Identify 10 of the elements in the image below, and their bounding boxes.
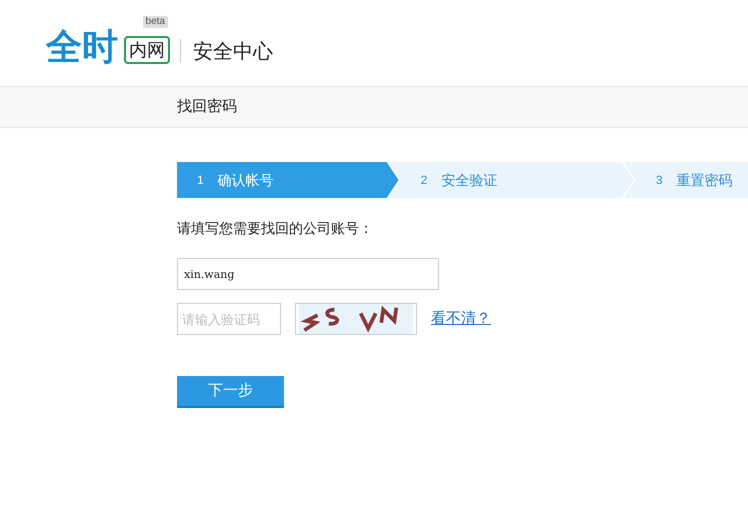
site-title: 安全中心 <box>193 40 273 65</box>
captcha-field[interactable]: 请输入验证码 <box>177 303 281 335</box>
logo: 全时 <box>46 25 119 69</box>
account-field[interactable]: xin.wang <box>177 258 439 290</box>
logo-badge: 内网 <box>124 36 170 64</box>
page-title: 找回密码 <box>177 96 237 117</box>
refresh-captcha-link[interactable]: 看不清？ <box>431 308 491 330</box>
account-prompt: 请填写您需要找回的公司账号： <box>177 219 374 238</box>
next-button[interactable]: 下一步 <box>177 376 284 408</box>
beta-badge: beta <box>142 16 168 28</box>
